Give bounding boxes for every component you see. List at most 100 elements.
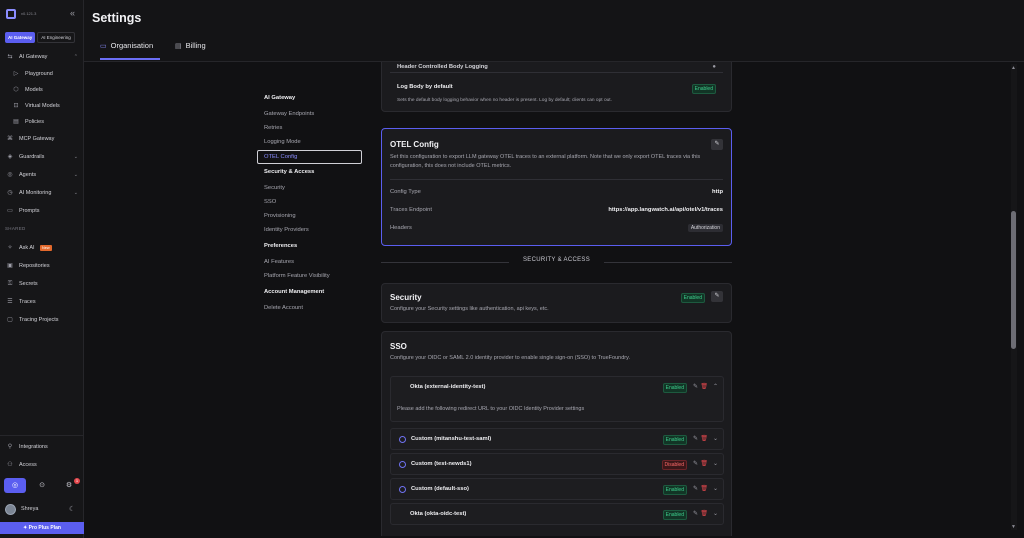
subnav-item-ai-features[interactable]: AI Features	[264, 259, 294, 265]
sidebar-item-agents[interactable]: ◎ Agents ⌄	[0, 169, 84, 181]
ask-ai-icon: ✧	[7, 245, 13, 251]
edit-icon[interactable]: ✎	[693, 383, 698, 390]
new-badge: New	[40, 245, 52, 251]
sidebar-item-playground[interactable]: ▷ Playground	[0, 68, 84, 80]
sidebar-item-mcp-gateway[interactable]: ⌘ MCP Gateway	[0, 133, 84, 145]
tab-organisation[interactable]: ▭ Organisation	[100, 40, 160, 60]
sidebar-item-virtual-models[interactable]: ⊡ Virtual Models	[0, 100, 84, 112]
provider-icon	[399, 461, 406, 468]
sidebar-item-tracing-projects[interactable]: ▢ Tracing Projects	[0, 314, 84, 326]
policies-icon: ▤	[13, 119, 19, 125]
chevron-up-icon: ⌃	[73, 54, 78, 60]
sso-provider-row[interactable]: Okta (external-identity-test) Enabled ✎ …	[390, 376, 724, 422]
sidebar-item-repositories[interactable]: ▣ Repositories	[0, 260, 84, 272]
delete-icon[interactable]: 🗑	[700, 485, 708, 492]
header-controlled-logging-label: Header Controlled Body Logging	[397, 64, 488, 70]
log-body-description: Sets the default body logging behavior w…	[397, 98, 612, 103]
edit-otel-button[interactable]: ✎	[711, 139, 723, 150]
delete-icon[interactable]: 🗑	[700, 435, 708, 442]
chevron-down-icon[interactable]: ⌄	[713, 435, 718, 442]
sidebar-item-guardrails[interactable]: ◈ Guardrails ⌄	[0, 151, 84, 163]
status-badge: Enabled	[680, 293, 705, 303]
chevron-down-icon[interactable]: ⌄	[713, 485, 718, 492]
chevron-down-icon: ⌄	[73, 172, 78, 178]
sidebar-item-label: Playground	[25, 71, 53, 77]
subnav-item-delete-account[interactable]: Delete Account	[264, 305, 303, 311]
chevron-down-icon[interactable]: ⌄	[713, 460, 718, 467]
sso-provider-row[interactable]: Custom (default-sso) Enabled ✎ 🗑 ⌄	[390, 478, 724, 500]
scrollbar-thumb[interactable]	[1011, 211, 1016, 349]
secrets-icon: ⚿	[7, 281, 13, 287]
ai-gateway-icon: ⇆	[7, 54, 13, 60]
edit-icon[interactable]: ✎	[693, 460, 698, 467]
subnav-heading-preferences: Preferences	[264, 243, 298, 249]
sso-provider-row[interactable]: Custom (mitanshu-test-saml) Enabled ✎ 🗑 …	[390, 428, 724, 450]
subnav-item-provisioning[interactable]: Provisioning	[264, 213, 296, 219]
chevron-down-icon[interactable]: ⌄	[713, 510, 718, 517]
subnav-item-sso[interactable]: SSO	[264, 199, 276, 205]
scroll-up-icon[interactable]: ▲	[1011, 65, 1016, 71]
edit-icon[interactable]: ✎	[693, 510, 698, 517]
logging-card: Header Controlled Body Logging ● Log Bod…	[381, 62, 732, 112]
edit-icon[interactable]: ✎	[693, 485, 698, 492]
provider-icon	[399, 436, 406, 443]
notification-badge: 1	[74, 478, 80, 484]
ai-monitoring-icon: ◷	[7, 190, 13, 196]
sidebar-divider	[0, 435, 84, 436]
edit-security-button[interactable]: ✎	[711, 291, 723, 302]
plan-button[interactable]: ✦ Pro Plus Plan	[0, 522, 84, 534]
subnav-item-logging-mode[interactable]: Logging Mode	[264, 139, 301, 145]
subnav-item-retries[interactable]: Retries	[264, 125, 282, 131]
sidebar-item-ask-ai[interactable]: ✧ Ask AI New	[0, 242, 84, 254]
status-badge: Disabled	[661, 460, 687, 470]
delete-icon[interactable]: 🗑	[700, 383, 708, 390]
chevron-up-icon[interactable]: ⌃	[713, 383, 718, 390]
sidebar-item-traces[interactable]: ☰ Traces	[0, 296, 84, 308]
sidebar-item-ai-monitoring[interactable]: ◷ AI Monitoring ⌄	[0, 187, 84, 199]
chevron-down-icon: ⌄	[73, 154, 78, 160]
sidebar-item-access[interactable]: ⚇ Access	[0, 459, 84, 471]
subnav-item-platform-feature-visibility[interactable]: Platform Feature Visibility	[264, 273, 330, 279]
organisation-icon: ▭	[100, 43, 107, 50]
delete-icon[interactable]: 🗑	[700, 460, 708, 467]
subnav-item-identity-providers[interactable]: Identity Providers	[264, 227, 309, 233]
sso-provider-row[interactable]: Custom (test-newds1) Disabled ✎ 🗑 ⌄	[390, 453, 724, 475]
theme-toggle-icon[interactable]: ☾	[69, 505, 75, 513]
sidebar-item-prompts[interactable]: ▭ Prompts	[0, 205, 84, 217]
traces-endpoint-label: Traces Endpoint	[390, 207, 432, 213]
provider-name: Custom (default-sso)	[411, 486, 469, 492]
home-toolbar-button[interactable]: ◎	[4, 478, 26, 493]
sidebar-item-secrets[interactable]: ⚿ Secrets	[0, 278, 84, 290]
edit-icon[interactable]: ✎	[693, 435, 698, 442]
playground-icon: ▷	[13, 71, 19, 77]
sidebar-item-policies[interactable]: ▤ Policies	[0, 116, 84, 128]
scroll-down-icon[interactable]: ▼	[1011, 524, 1016, 530]
sidebar-item-label: Prompts	[19, 208, 40, 214]
collapse-sidebar-icon[interactable]: «	[70, 8, 75, 18]
section-line	[604, 262, 732, 263]
segment-ai-gateway[interactable]: AI Gateway	[5, 32, 36, 43]
logo-icon[interactable]	[6, 9, 16, 19]
headers-label: Headers	[390, 225, 412, 231]
subnav-item-security[interactable]: Security	[264, 185, 285, 191]
help-toolbar-button[interactable]: ⊙	[31, 478, 53, 493]
sso-provider-row[interactable]: Okta (okta-oidc-test) Enabled ✎ 🗑 ⌄	[390, 503, 724, 525]
subnav-item-otel-config[interactable]: OTEL Config	[257, 150, 362, 164]
sidebar-item-label: Access	[19, 462, 37, 468]
user-menu[interactable]: Shreya ☾	[5, 504, 81, 516]
sidebar-item-models[interactable]: ⬡ Models	[0, 84, 84, 96]
sidebar-item-label: Ask AI	[19, 245, 35, 251]
sidebar-item-ai-gateway[interactable]: ⇆ AI Gateway ⌃	[0, 51, 84, 63]
sidebar-top: v0.121.3 «	[6, 8, 80, 21]
segment-ai-engineering[interactable]: AI Engineering	[37, 32, 75, 43]
config-type-label: Config Type	[390, 189, 421, 195]
subnav-item-gateway-endpoints[interactable]: Gateway Endpoints	[264, 111, 314, 117]
headers-value-badge: Authorization	[687, 224, 723, 232]
delete-icon[interactable]: 🗑	[700, 510, 708, 517]
tab-billing[interactable]: ▤ Billing	[175, 40, 206, 60]
sidebar-item-integrations[interactable]: ⚲ Integrations	[0, 441, 84, 453]
sidebar-item-label: AI Monitoring	[19, 190, 52, 196]
provider-name: Custom (test-newds1)	[411, 461, 472, 467]
agents-icon: ◎	[7, 172, 13, 178]
traces-icon: ☰	[7, 299, 13, 305]
